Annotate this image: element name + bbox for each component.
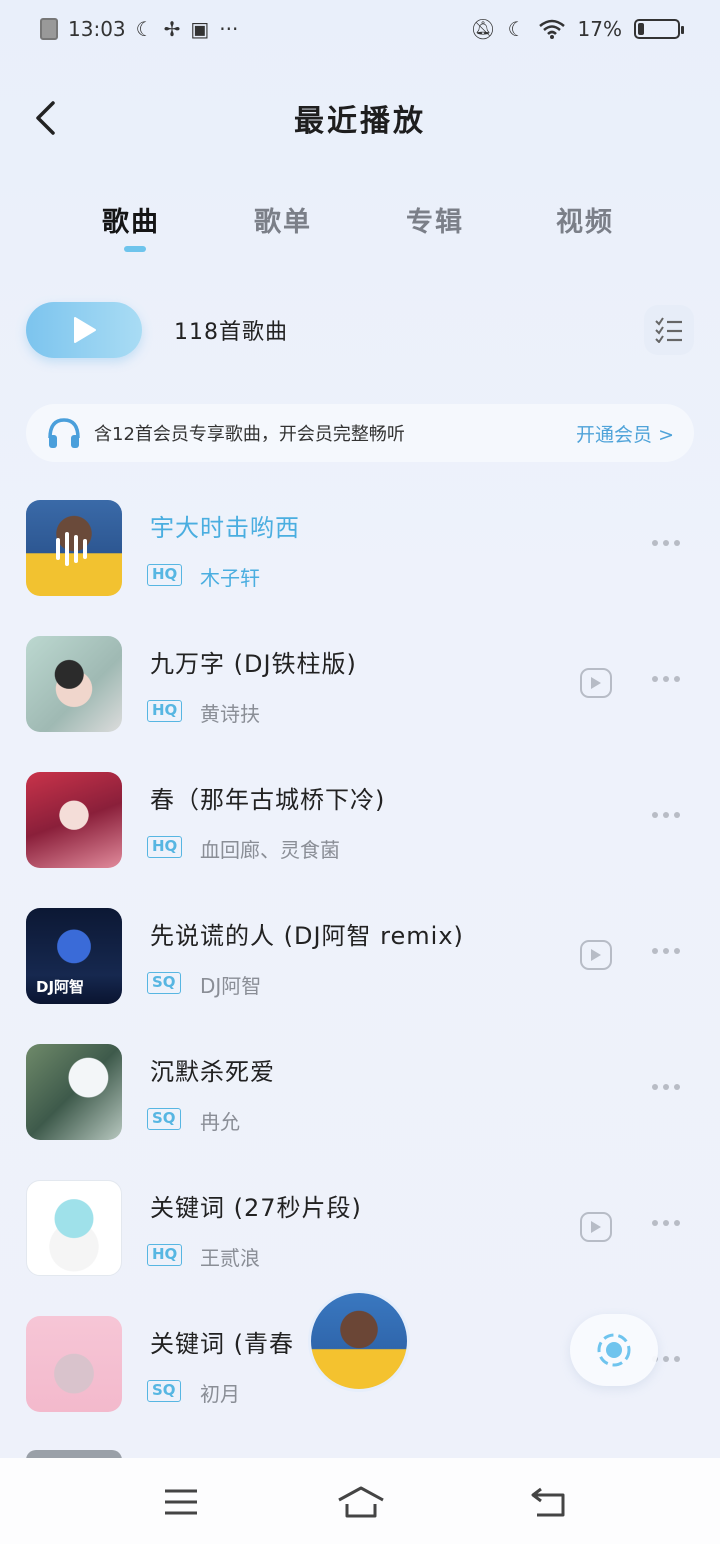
- quality-badge: SQ: [147, 972, 181, 994]
- song-artist: 木子轩: [200, 566, 260, 590]
- quality-badge: HQ: [147, 836, 183, 858]
- more-notifications-icon: ···: [219, 17, 239, 41]
- more-button[interactable]: [652, 1084, 680, 1090]
- song-artist: DJ阿智: [200, 974, 262, 998]
- mini-player-avatar[interactable]: [308, 1290, 410, 1392]
- song-artist: 王贰浪: [200, 1246, 260, 1270]
- more-button[interactable]: [652, 948, 680, 954]
- song-title: 沉默杀死爱: [150, 1058, 275, 1086]
- menu-icon: [165, 1489, 197, 1515]
- mv-button[interactable]: [580, 668, 612, 698]
- quality-badge: HQ: [147, 564, 183, 586]
- song-title: 宇大时击哟西: [150, 514, 300, 542]
- cover-logo-text: DJ阿智: [36, 978, 85, 996]
- more-button[interactable]: [652, 812, 680, 818]
- more-button[interactable]: [652, 540, 680, 546]
- back-button[interactable]: [26, 98, 66, 138]
- video-icon: ▣: [190, 17, 210, 41]
- video-play-icon: [591, 949, 601, 961]
- song-count: 118首歌曲: [174, 320, 288, 345]
- play-all-row: 118首歌曲: [26, 300, 694, 360]
- song-artist: 冉允: [200, 1110, 240, 1134]
- wifi-icon: [538, 19, 565, 39]
- play-all-button[interactable]: [26, 302, 142, 358]
- notification-icon: [40, 18, 58, 40]
- video-play-icon: [591, 677, 601, 689]
- tab-bar: 歌曲 歌单 专辑 视频: [0, 190, 720, 260]
- vip-banner-text: 含12首会员专享歌曲，开会员完整畅听: [94, 424, 405, 445]
- more-button[interactable]: [652, 1220, 680, 1226]
- song-artist: 黄诗扶: [200, 702, 260, 726]
- song-title: 九万字 (DJ铁柱版): [150, 650, 357, 678]
- song-artist: 血回廊、灵食菌: [200, 838, 340, 862]
- mv-button[interactable]: [580, 940, 612, 970]
- quality-badge: SQ: [147, 1108, 181, 1130]
- vip-banner[interactable]: 含12首会员专享歌曲，开会员完整畅听 开通会员 >: [26, 404, 694, 462]
- album-cover: [26, 1316, 122, 1412]
- list-item[interactable]: 沉默杀死爱 SQ 冉允: [0, 1042, 720, 1178]
- list-item[interactable]: 九万字 (DJ铁柱版) HQ 黄诗扶: [0, 634, 720, 770]
- nav-back-button[interactable]: [524, 1484, 574, 1520]
- battery-percent: 17%: [577, 17, 622, 41]
- album-cover: [26, 1180, 122, 1276]
- list-item[interactable]: 宇大时击哟西 HQ 木子轩: [0, 498, 720, 634]
- song-artist: 初月: [200, 1382, 240, 1406]
- nav-menu-button[interactable]: [156, 1484, 206, 1520]
- quality-badge: HQ: [147, 1244, 183, 1266]
- headphones-icon: [48, 418, 80, 448]
- album-cover: [26, 1044, 122, 1140]
- mv-button[interactable]: [580, 1212, 612, 1242]
- record-button[interactable]: [570, 1314, 658, 1386]
- tab-albums[interactable]: 专辑: [406, 200, 464, 239]
- song-title: 先说谎的人 (DJ阿智 remix): [150, 922, 464, 950]
- fan-icon: ✢: [163, 17, 181, 41]
- record-icon: [597, 1333, 631, 1367]
- page-title: 最近播放: [294, 104, 426, 139]
- header: 最近播放: [0, 80, 720, 156]
- list-item[interactable]: DJ阿智 先说谎的人 (DJ阿智 remix) SQ DJ阿智: [0, 906, 720, 1042]
- open-vip-link[interactable]: 开通会员 >: [576, 420, 674, 447]
- tab-videos[interactable]: 视频: [556, 200, 614, 239]
- play-icon: [74, 317, 96, 343]
- home-icon: [338, 1486, 384, 1518]
- battery-icon: [634, 19, 684, 39]
- mute-icon: 🔕︎: [470, 17, 496, 41]
- list-mode-button[interactable]: [644, 305, 694, 355]
- song-title: 关键词 (27秒片段): [150, 1194, 362, 1222]
- quality-badge: SQ: [147, 1380, 181, 1402]
- nav-home-button[interactable]: [336, 1484, 386, 1520]
- system-nav-bar: [0, 1458, 720, 1544]
- list-item[interactable]: 春（那年古城桥下冷) HQ 血回廊、灵食菌: [0, 770, 720, 906]
- status-bar: 13:03 ☾ ✢ ▣ ··· 🔕︎ ☾ 17%: [0, 0, 720, 58]
- song-title: 关键词 (青春: [150, 1330, 294, 1358]
- album-cover: [26, 636, 122, 732]
- moon-icon: ☾: [507, 17, 526, 41]
- more-button[interactable]: [652, 676, 680, 682]
- tab-playlists[interactable]: 歌单: [254, 200, 312, 239]
- now-playing-icon: [56, 532, 87, 566]
- song-title: 春（那年古城桥下冷): [150, 786, 386, 814]
- status-time: 13:03: [68, 17, 126, 41]
- chevron-left-icon: [36, 101, 55, 135]
- moon-icon: ☾: [135, 17, 154, 41]
- album-cover: DJ阿智: [26, 908, 122, 1004]
- back-icon: [531, 1487, 565, 1517]
- checklist-icon: [655, 317, 682, 343]
- tab-songs[interactable]: 歌曲: [102, 200, 160, 239]
- album-cover: [26, 500, 122, 596]
- quality-badge: HQ: [147, 700, 183, 722]
- video-play-icon: [591, 1221, 601, 1233]
- album-cover: [26, 772, 122, 868]
- tab-indicator: [124, 246, 146, 252]
